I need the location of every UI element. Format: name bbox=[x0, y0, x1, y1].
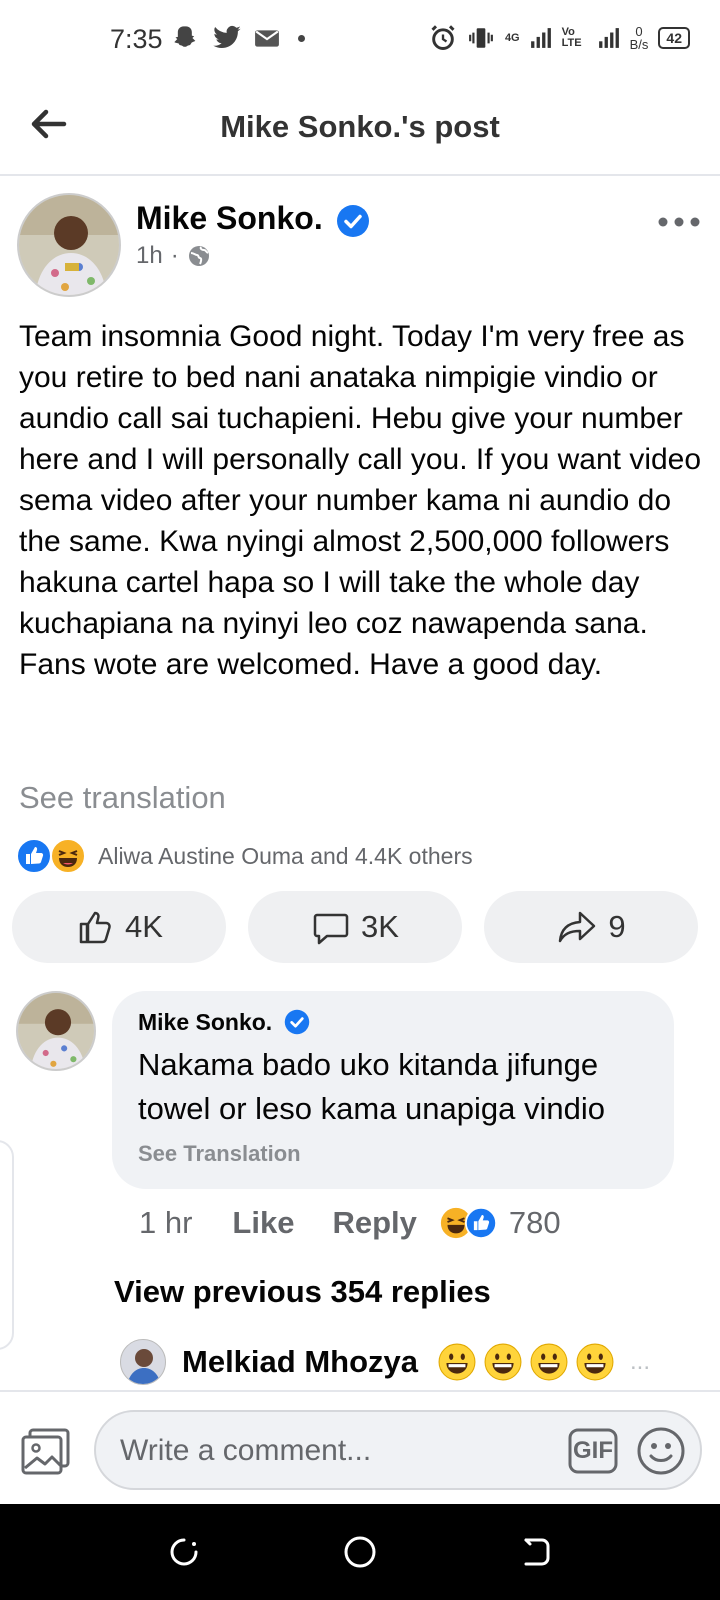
grinning-emoji-icon bbox=[484, 1343, 522, 1381]
gif-button[interactable]: GIF bbox=[568, 1428, 618, 1474]
status-bar: 7:35 4G Vo LTE 0 B/s 42 bbox=[0, 0, 720, 80]
profile-photo-icon bbox=[18, 993, 94, 1069]
back-nav-icon[interactable] bbox=[518, 1534, 554, 1570]
post-author-name[interactable]: Mike Sonko. bbox=[136, 200, 323, 237]
comment-like-button[interactable]: Like bbox=[232, 1205, 294, 1241]
like-count: 4K bbox=[125, 909, 163, 944]
signal-icon-2 bbox=[598, 28, 619, 48]
system-nav-bar bbox=[0, 1504, 720, 1600]
reactions-text: Aliwa Austine Ouma and 4.4K others bbox=[98, 842, 473, 869]
comment-reaction-count: 780 bbox=[508, 1205, 561, 1240]
view-previous-replies-link[interactable]: View previous 354 replies bbox=[114, 1274, 491, 1310]
volte-label: Vo LTE bbox=[561, 26, 582, 49]
system-icons: 4G Vo LTE 0 B/s 42 bbox=[429, 24, 690, 52]
share-button[interactable]: 9 bbox=[484, 891, 698, 963]
page-title: Mike Sonko.'s post bbox=[220, 109, 500, 144]
comment-author-name[interactable]: Mike Sonko. bbox=[138, 1009, 272, 1036]
see-translation-link[interactable]: See translation bbox=[19, 780, 226, 816]
grinning-emoji-icon bbox=[576, 1343, 614, 1381]
signal-icon-1 bbox=[530, 28, 551, 48]
reply-preview[interactable]: Melkiad Mhozya ... bbox=[120, 1339, 650, 1385]
comment-bubble[interactable]: Mike Sonko. Nakama bado uko kitanda jifu… bbox=[112, 991, 674, 1189]
vibrate-icon bbox=[469, 28, 493, 48]
comment-text: Nakama bado uko kitanda jifunge towel or… bbox=[138, 1047, 605, 1126]
share-arrow-icon bbox=[559, 911, 596, 943]
reply-truncation: ... bbox=[630, 1348, 651, 1375]
reply-author-avatar[interactable] bbox=[120, 1339, 166, 1385]
reply-emojis bbox=[438, 1343, 614, 1381]
snapchat-icon bbox=[174, 26, 196, 47]
status-time: 7:35 bbox=[110, 24, 163, 54]
comment-input[interactable]: Write a comment... GIF bbox=[94, 1410, 702, 1490]
reply-author-name[interactable]: Melkiad Mhozya bbox=[182, 1344, 418, 1380]
grinning-emoji-icon bbox=[438, 1343, 476, 1381]
comment-actions: 1 hr Like Reply 780 bbox=[139, 1205, 561, 1241]
emoji-button[interactable] bbox=[636, 1426, 686, 1476]
smiley-icon bbox=[637, 1427, 685, 1475]
photo-icon bbox=[21, 1428, 70, 1475]
grinning-emoji-icon bbox=[530, 1343, 568, 1381]
recent-apps-icon[interactable] bbox=[166, 1534, 202, 1570]
post-time[interactable]: 1h bbox=[136, 242, 163, 270]
meta-separator: · bbox=[170, 242, 179, 269]
home-icon[interactable] bbox=[342, 1534, 378, 1570]
thumbs-up-icon bbox=[79, 911, 111, 944]
notification-icons bbox=[172, 24, 305, 52]
net-speed: 0 B/s bbox=[629, 24, 649, 52]
profile-photo-icon bbox=[19, 195, 119, 295]
network-type: 4G bbox=[504, 32, 520, 44]
comment-time[interactable]: 1 hr bbox=[139, 1205, 192, 1241]
post-meta: 1h · bbox=[136, 242, 211, 270]
comment-see-translation-link[interactable]: See Translation bbox=[138, 1141, 301, 1167]
like-reaction-icon bbox=[16, 838, 52, 874]
like-reaction-icon bbox=[464, 1207, 497, 1239]
comment-button[interactable]: 3K bbox=[248, 891, 462, 963]
add-photo-button[interactable] bbox=[20, 1426, 72, 1476]
alarm-icon bbox=[431, 25, 455, 50]
more-options-button[interactable] bbox=[656, 210, 702, 234]
comment-reply-button[interactable]: Reply bbox=[332, 1205, 416, 1241]
edge-panel-handle[interactable] bbox=[0, 1140, 14, 1350]
commenter-avatar[interactable] bbox=[16, 991, 96, 1071]
verified-badge-icon bbox=[337, 205, 369, 237]
comment-bubble-icon bbox=[313, 913, 349, 945]
share-count: 9 bbox=[608, 909, 626, 944]
comment-count: 3K bbox=[361, 909, 399, 944]
gif-label: GIF bbox=[573, 1437, 613, 1464]
comment-composer: Write a comment... GIF bbox=[0, 1390, 720, 1504]
page-header: Mike Sonko.'s post bbox=[0, 80, 720, 176]
globe-icon bbox=[188, 246, 209, 266]
comment-reactions[interactable]: 780 bbox=[438, 1205, 561, 1241]
battery-indicator: 42 bbox=[658, 27, 690, 49]
haha-reaction-icon bbox=[50, 838, 86, 874]
post-body: Team insomnia Good night. Today I'm very… bbox=[19, 320, 702, 681]
comment-input-placeholder: Write a comment... bbox=[120, 1434, 372, 1467]
profile-photo-icon bbox=[121, 1340, 165, 1384]
verified-badge-icon bbox=[284, 1009, 310, 1035]
author-avatar[interactable] bbox=[17, 193, 121, 297]
like-button[interactable]: 4K bbox=[12, 891, 226, 963]
mail-icon bbox=[255, 30, 279, 47]
more-dots-icon bbox=[658, 217, 700, 227]
reactions-summary[interactable]: Aliwa Austine Ouma and 4.4K others bbox=[16, 838, 473, 874]
twitter-icon bbox=[213, 25, 241, 49]
more-notifications-dot bbox=[298, 34, 305, 42]
